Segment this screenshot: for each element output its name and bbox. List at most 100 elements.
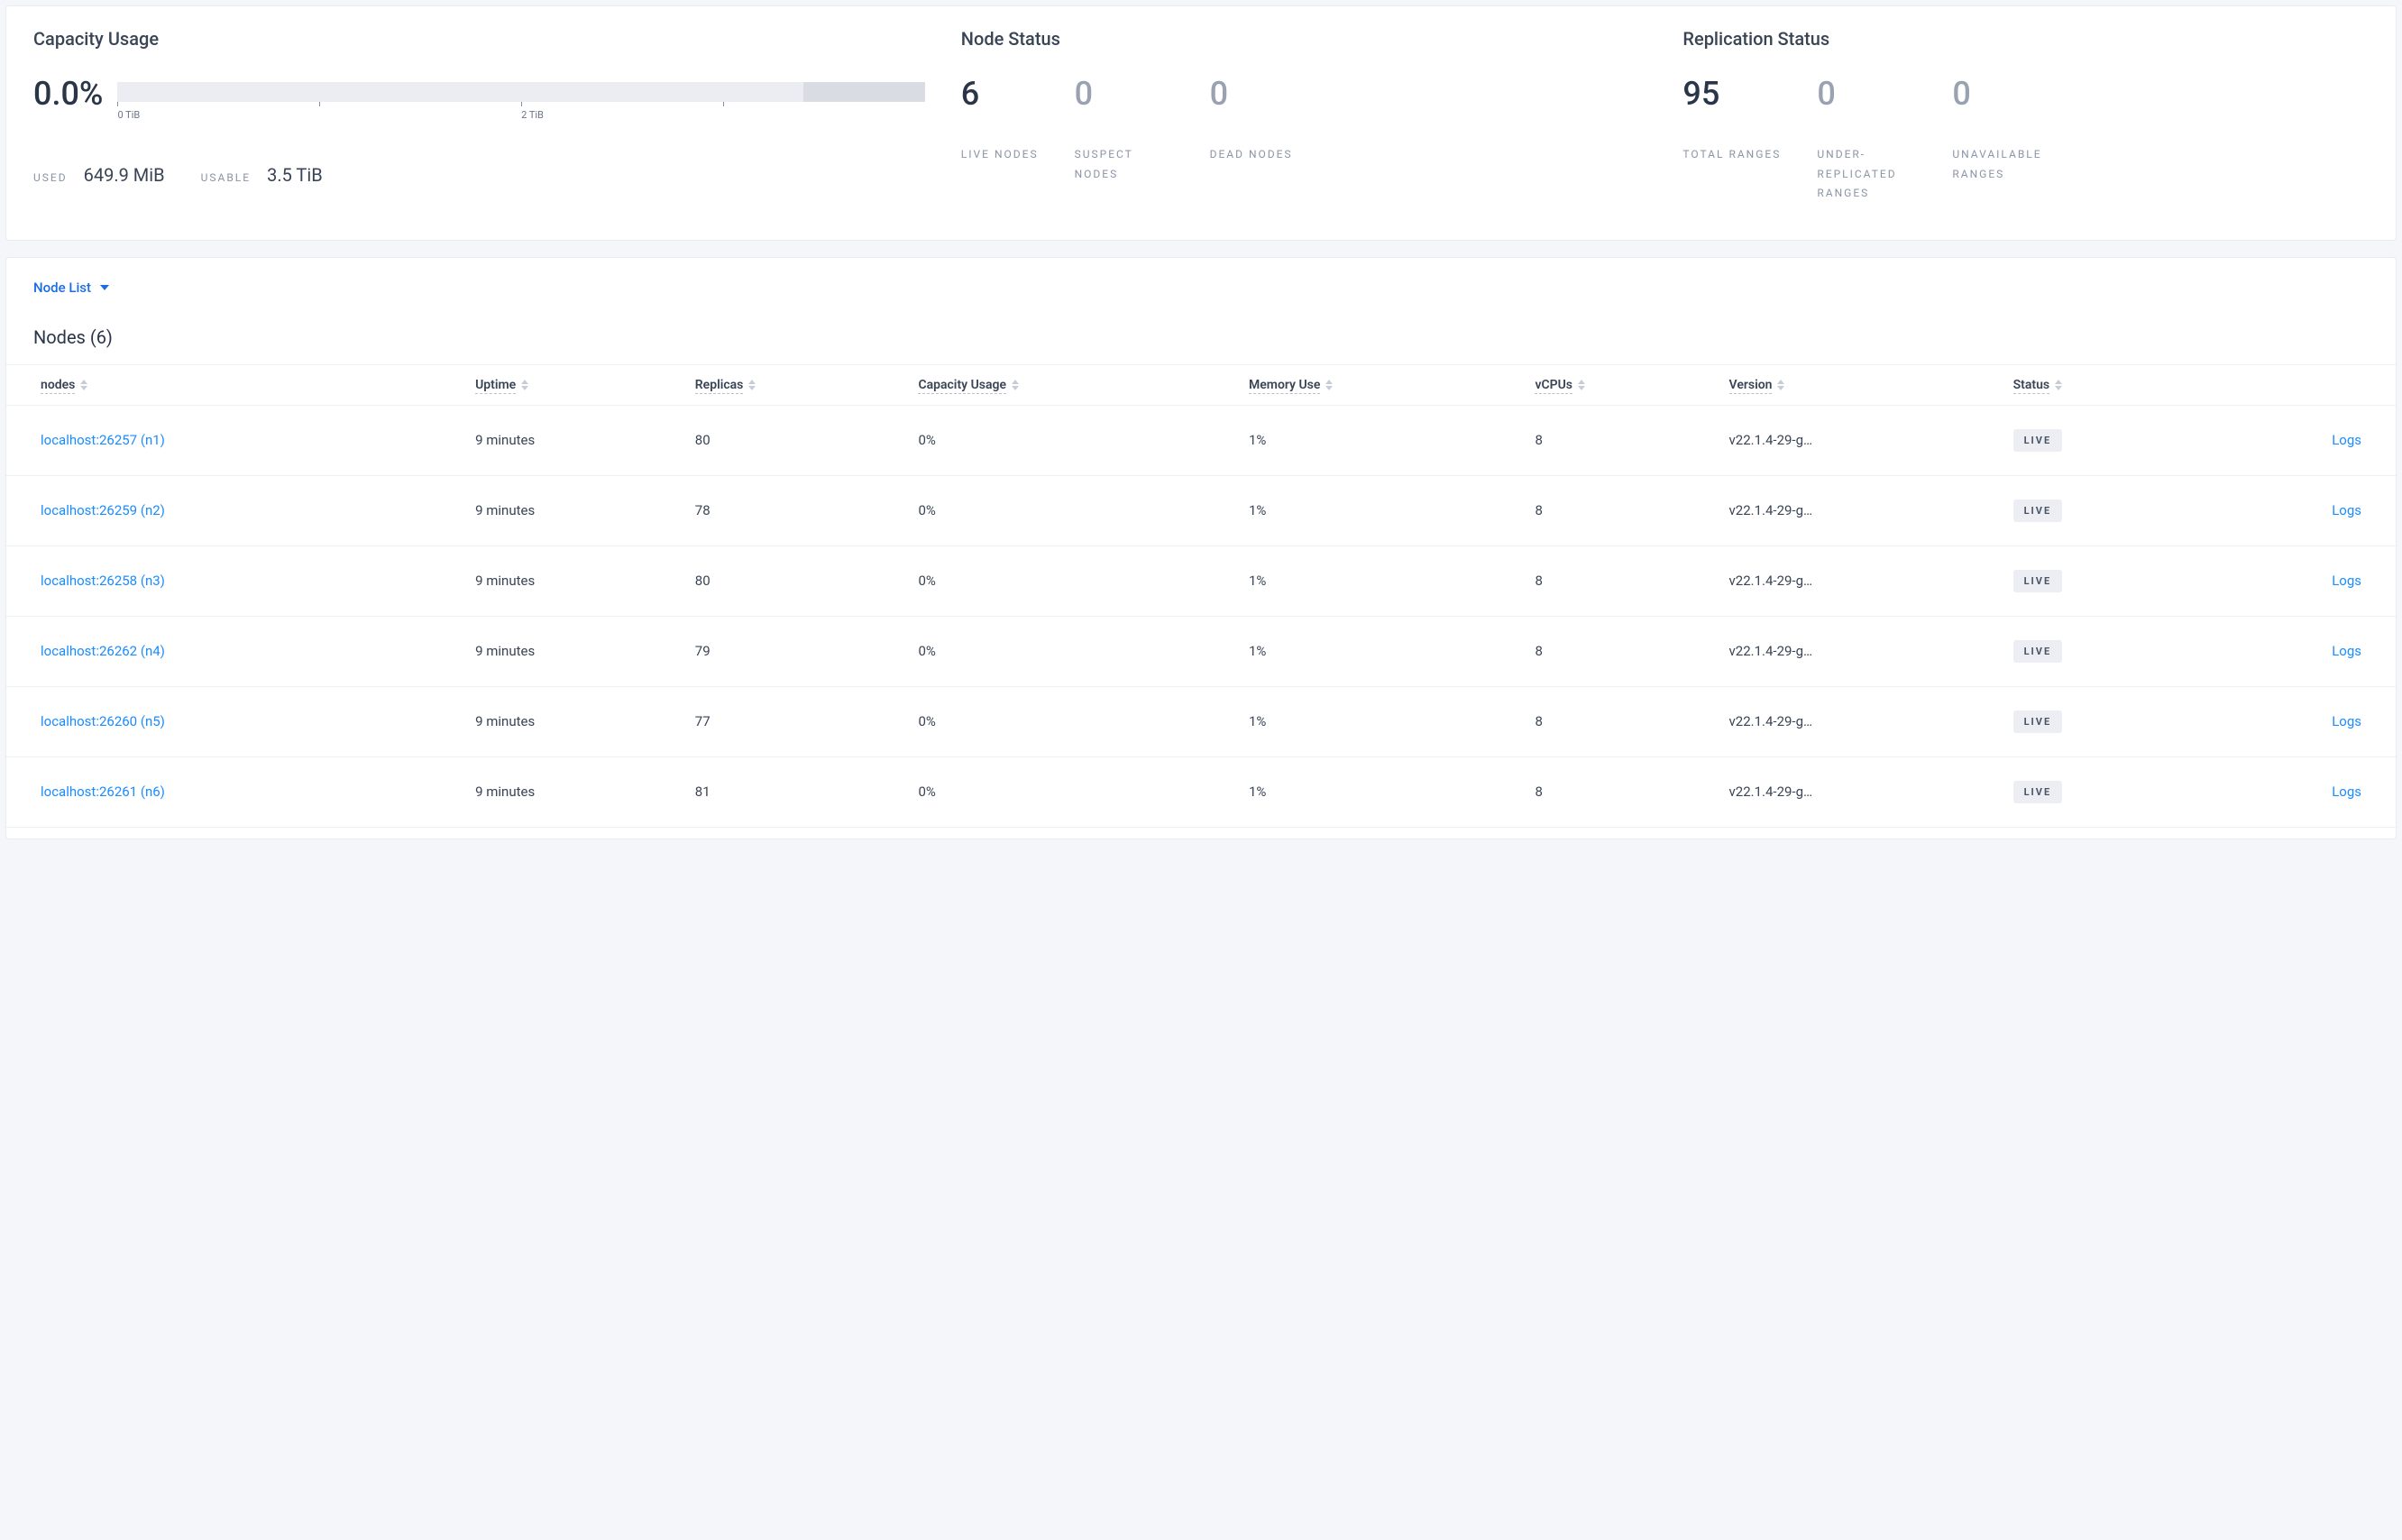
capacity-used-value: 649.9 MiB [84, 164, 165, 186]
node-link[interactable]: localhost:26259 (n2) [41, 502, 165, 518]
node-link[interactable]: localhost:26262 (n4) [41, 643, 165, 659]
cell-uptime: 9 minutes [464, 405, 684, 475]
node-list-dropdown[interactable]: Node List [6, 274, 109, 301]
cell-capacity: 0% [907, 405, 1238, 475]
table-row: localhost:26261 (n6)9 minutes810%1%8v22.… [6, 756, 2396, 827]
col-header-Memory Use[interactable]: Memory Use [1238, 364, 1524, 405]
node-link[interactable]: localhost:26260 (n5) [41, 713, 165, 729]
table-row: localhost:26259 (n2)9 minutes780%1%8v22.… [6, 475, 2396, 545]
capacity-usable-value: 3.5 TiB [267, 164, 323, 186]
logs-link[interactable]: Logs [2332, 502, 2361, 518]
replication-status-value-0: 95 [1682, 75, 1781, 113]
cell-memory: 1% [1238, 405, 1524, 475]
cell-node: localhost:26260 (n5) [6, 686, 464, 756]
cell-node: localhost:26261 (n6) [6, 756, 464, 827]
capacity-bar [117, 82, 924, 102]
col-header-vCPUs[interactable]: vCPUs [1524, 364, 1718, 405]
cell-replicas: 78 [684, 475, 908, 545]
sort-icon [521, 380, 528, 390]
node-status-value-0: 6 [961, 75, 1039, 113]
cell-status: LIVE [2003, 405, 2194, 475]
col-header-label: nodes [41, 378, 75, 394]
logs-link[interactable]: Logs [2332, 643, 2361, 659]
cell-memory: 1% [1238, 545, 1524, 616]
cell-status: LIVE [2003, 686, 2194, 756]
nodes-table: nodes Uptime Replicas Capacity Usage Memory … [6, 364, 2396, 828]
capacity-used-label: USED [33, 171, 68, 184]
logs-link[interactable]: Logs [2332, 573, 2361, 589]
cell-version: v22.1.4-29-g… [1719, 475, 2003, 545]
capacity-bar-fill [803, 82, 924, 102]
logs-link[interactable]: Logs [2332, 432, 2361, 448]
replication-status-label-1: UNDER-REPLICATED RANGES [1817, 145, 1916, 204]
cell-replicas: 80 [684, 405, 908, 475]
capacity-tick-2: 2 TiB [521, 109, 544, 121]
node-status-value-1: 0 [1075, 75, 1174, 113]
cell-logs: Logs [2194, 405, 2396, 475]
sort-icon [2055, 380, 2062, 390]
cell-status: LIVE [2003, 616, 2194, 686]
status-badge: LIVE [2013, 429, 2063, 452]
cell-replicas: 81 [684, 756, 908, 827]
cell-logs: Logs [2194, 545, 2396, 616]
col-header-Version[interactable]: Version [1719, 364, 2003, 405]
node-link[interactable]: localhost:26261 (n6) [41, 784, 165, 800]
col-header-label: vCPUs [1535, 378, 1572, 394]
node-link[interactable]: localhost:26258 (n3) [41, 573, 165, 589]
logs-link[interactable]: Logs [2332, 784, 2361, 800]
table-row: localhost:26257 (n1)9 minutes800%1%8v22.… [6, 405, 2396, 475]
cell-vcpus: 8 [1524, 545, 1718, 616]
caret-down-icon [100, 285, 109, 290]
col-header-label: Version [1729, 378, 1773, 394]
cell-vcpus: 8 [1524, 756, 1718, 827]
replication-status-item-1: 0UNDER-REPLICATED RANGES [1817, 75, 1916, 204]
replication-status-item-2: 0 UNAVAILABLE RANGES [1952, 75, 2051, 204]
capacity-percent: 0.0% [33, 75, 103, 113]
replication-status-label-0: TOTAL RANGES [1682, 145, 1781, 165]
cell-logs: Logs [2194, 756, 2396, 827]
col-header-Capacity Usage[interactable]: Capacity Usage [907, 364, 1238, 405]
sort-icon [80, 380, 87, 390]
col-header-label: Capacity Usage [918, 378, 1006, 394]
replication-status-title: Replication Status [1682, 28, 2369, 50]
cell-uptime: 9 minutes [464, 475, 684, 545]
replication-status-value-2: 0 [1952, 75, 2051, 113]
node-status-item-1: 0SUSPECT NODES [1075, 75, 1174, 184]
cell-memory: 1% [1238, 475, 1524, 545]
sort-icon [748, 380, 756, 390]
summary-card: Capacity Usage 0.0% 0 TiB 2 TiB [5, 5, 2397, 241]
table-row: localhost:26262 (n4)9 minutes790%1%8v22.… [6, 616, 2396, 686]
replication-status-item-0: 95 TOTAL RANGES [1682, 75, 1781, 204]
replication-status-section: Replication Status 95TOTAL RANGES0UNDER-… [1682, 28, 2369, 204]
cell-status: LIVE [2003, 756, 2194, 827]
col-header-label: Status [2013, 378, 2049, 394]
cell-capacity: 0% [907, 616, 1238, 686]
replication-status-label-2: UNAVAILABLE RANGES [1952, 145, 2051, 184]
col-header-nodes[interactable]: nodes [6, 364, 464, 405]
cell-logs: Logs [2194, 475, 2396, 545]
sort-icon [1325, 380, 1333, 390]
cell-version: v22.1.4-29-g… [1719, 756, 2003, 827]
cell-status: LIVE [2003, 475, 2194, 545]
cell-vcpus: 8 [1524, 475, 1718, 545]
logs-link[interactable]: Logs [2332, 713, 2361, 729]
col-header-label: Memory Use [1249, 378, 1320, 394]
capacity-used: USED 649.9 MiB [33, 164, 165, 186]
status-badge: LIVE [2013, 710, 2063, 733]
cell-uptime: 9 minutes [464, 616, 684, 686]
status-badge: LIVE [2013, 570, 2063, 592]
node-link[interactable]: localhost:26257 (n1) [41, 432, 165, 448]
cell-node: localhost:26258 (n3) [6, 545, 464, 616]
capacity-section: Capacity Usage 0.0% 0 TiB 2 TiB [33, 28, 925, 204]
col-header-Replicas[interactable]: Replicas [684, 364, 908, 405]
cell-uptime: 9 minutes [464, 686, 684, 756]
col-header-Uptime[interactable]: Uptime [464, 364, 684, 405]
node-status-section: Node Status 6LIVE NODES0SUSPECT NODES0DE… [961, 28, 1647, 204]
sort-icon [1777, 380, 1784, 390]
col-header-Status[interactable]: Status [2003, 364, 2194, 405]
cell-vcpus: 8 [1524, 686, 1718, 756]
cell-logs: Logs [2194, 616, 2396, 686]
cell-vcpus: 8 [1524, 405, 1718, 475]
col-header-label: Replicas [695, 378, 744, 394]
node-status-title: Node Status [961, 28, 1647, 50]
